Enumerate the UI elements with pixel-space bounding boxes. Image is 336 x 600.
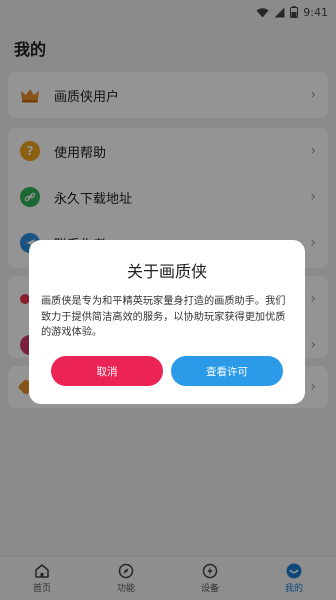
dialog-buttons: 取消 查看许可 (51, 356, 283, 386)
dialog-body: 画质侠是专为和平精英玩家量身打造的画质助手。我们致力于提供简洁高效的服务，以协助… (41, 296, 286, 338)
cancel-button[interactable]: 取消 (51, 356, 163, 386)
view-license-button[interactable]: 查看许可 (171, 356, 283, 386)
dialog-title: 关于画质侠 (126, 262, 207, 281)
about-dialog: 关于画质侠 画质侠是专为和平精英玩家量身打造的画质助手。我们致力于提供简洁高效的… (29, 240, 305, 404)
